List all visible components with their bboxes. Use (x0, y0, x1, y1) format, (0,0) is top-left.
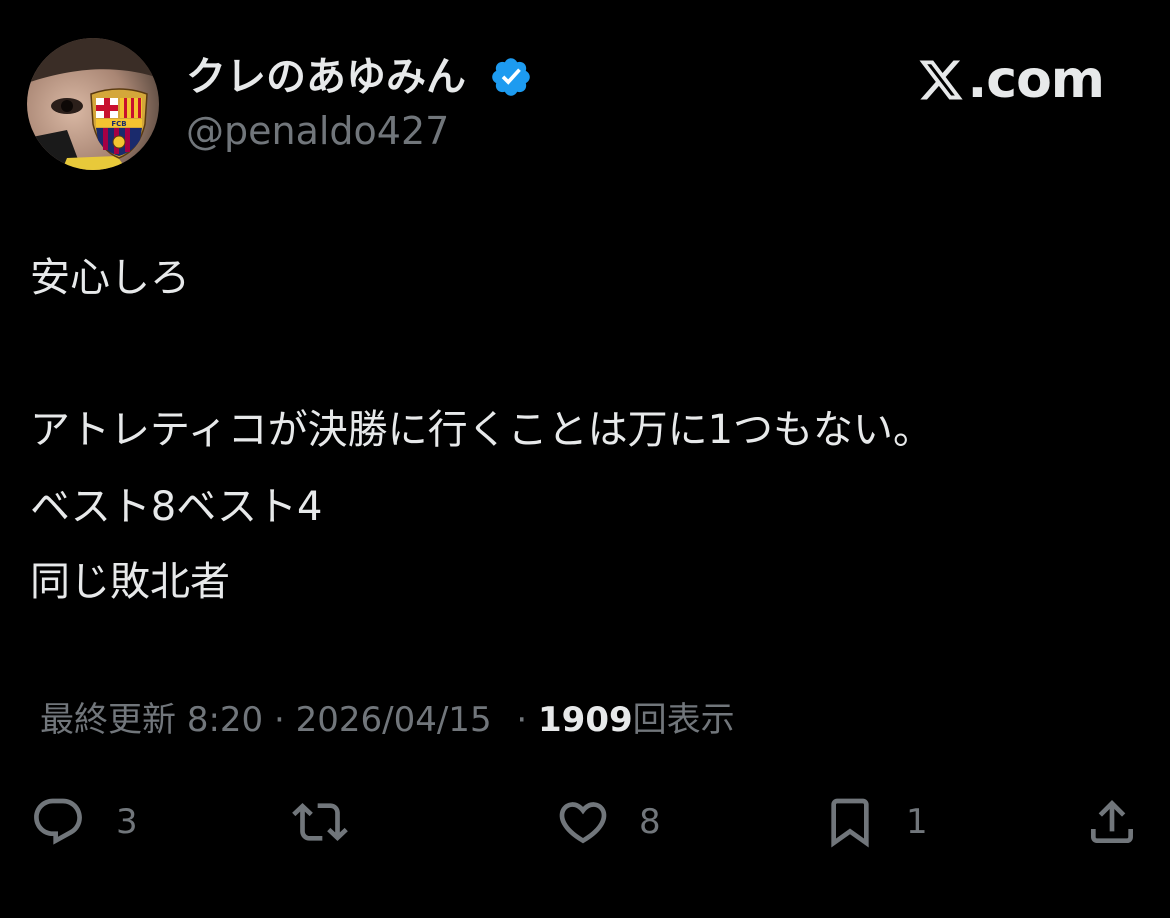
avatar[interactable]: FCB (27, 38, 159, 170)
reply-button[interactable]: 3 (30, 792, 138, 852)
retweet-button[interactable] (292, 792, 348, 852)
tweet-text-line: ベスト8ベスト4 (30, 484, 323, 530)
like-count: 8 (639, 802, 661, 842)
views-count[interactable]: 1909 (538, 700, 633, 740)
retweet-icon (292, 803, 348, 841)
views-label: 回表示 (632, 700, 735, 740)
display-name[interactable]: クレのあゆみん (186, 52, 466, 102)
avatar-image: FCB (27, 38, 159, 170)
reply-icon (34, 798, 82, 845)
tweet-text-line: アトレティコが決勝に行くことは万に1つもない。 (30, 407, 934, 453)
tweet-date[interactable]: 2026/04/15 (296, 700, 492, 740)
share-button[interactable] (1084, 792, 1140, 852)
meta-separator: · (516, 700, 528, 740)
tweet-meta: 最終更新 8:20 · 2026/04/15 · 1909回表示 (40, 697, 735, 743)
verified-badge-icon (492, 58, 530, 96)
svg-text:FCB: FCB (111, 120, 126, 128)
bookmark-count: 1 (906, 802, 928, 842)
share-icon (1091, 800, 1133, 843)
author-handle[interactable]: @penaldo427 (186, 107, 449, 155)
x-logo-icon (919, 60, 963, 100)
tweet-text-line: 安心しろ (30, 255, 190, 301)
reply-count: 3 (116, 802, 138, 842)
bookmark-button[interactable]: 1 (822, 792, 928, 852)
brand-domain: .com (967, 50, 1105, 110)
bookmark-icon (831, 798, 869, 848)
tweet-text-line: 同じ敗北者 (30, 559, 230, 605)
like-button[interactable]: 8 (555, 792, 661, 852)
heart-icon (559, 802, 607, 844)
meta-separator: · (273, 700, 285, 740)
brand-watermark: .com (916, 50, 1105, 110)
tweet-time[interactable]: 8:20 (187, 700, 263, 740)
updated-label: 最終更新 (40, 700, 176, 740)
